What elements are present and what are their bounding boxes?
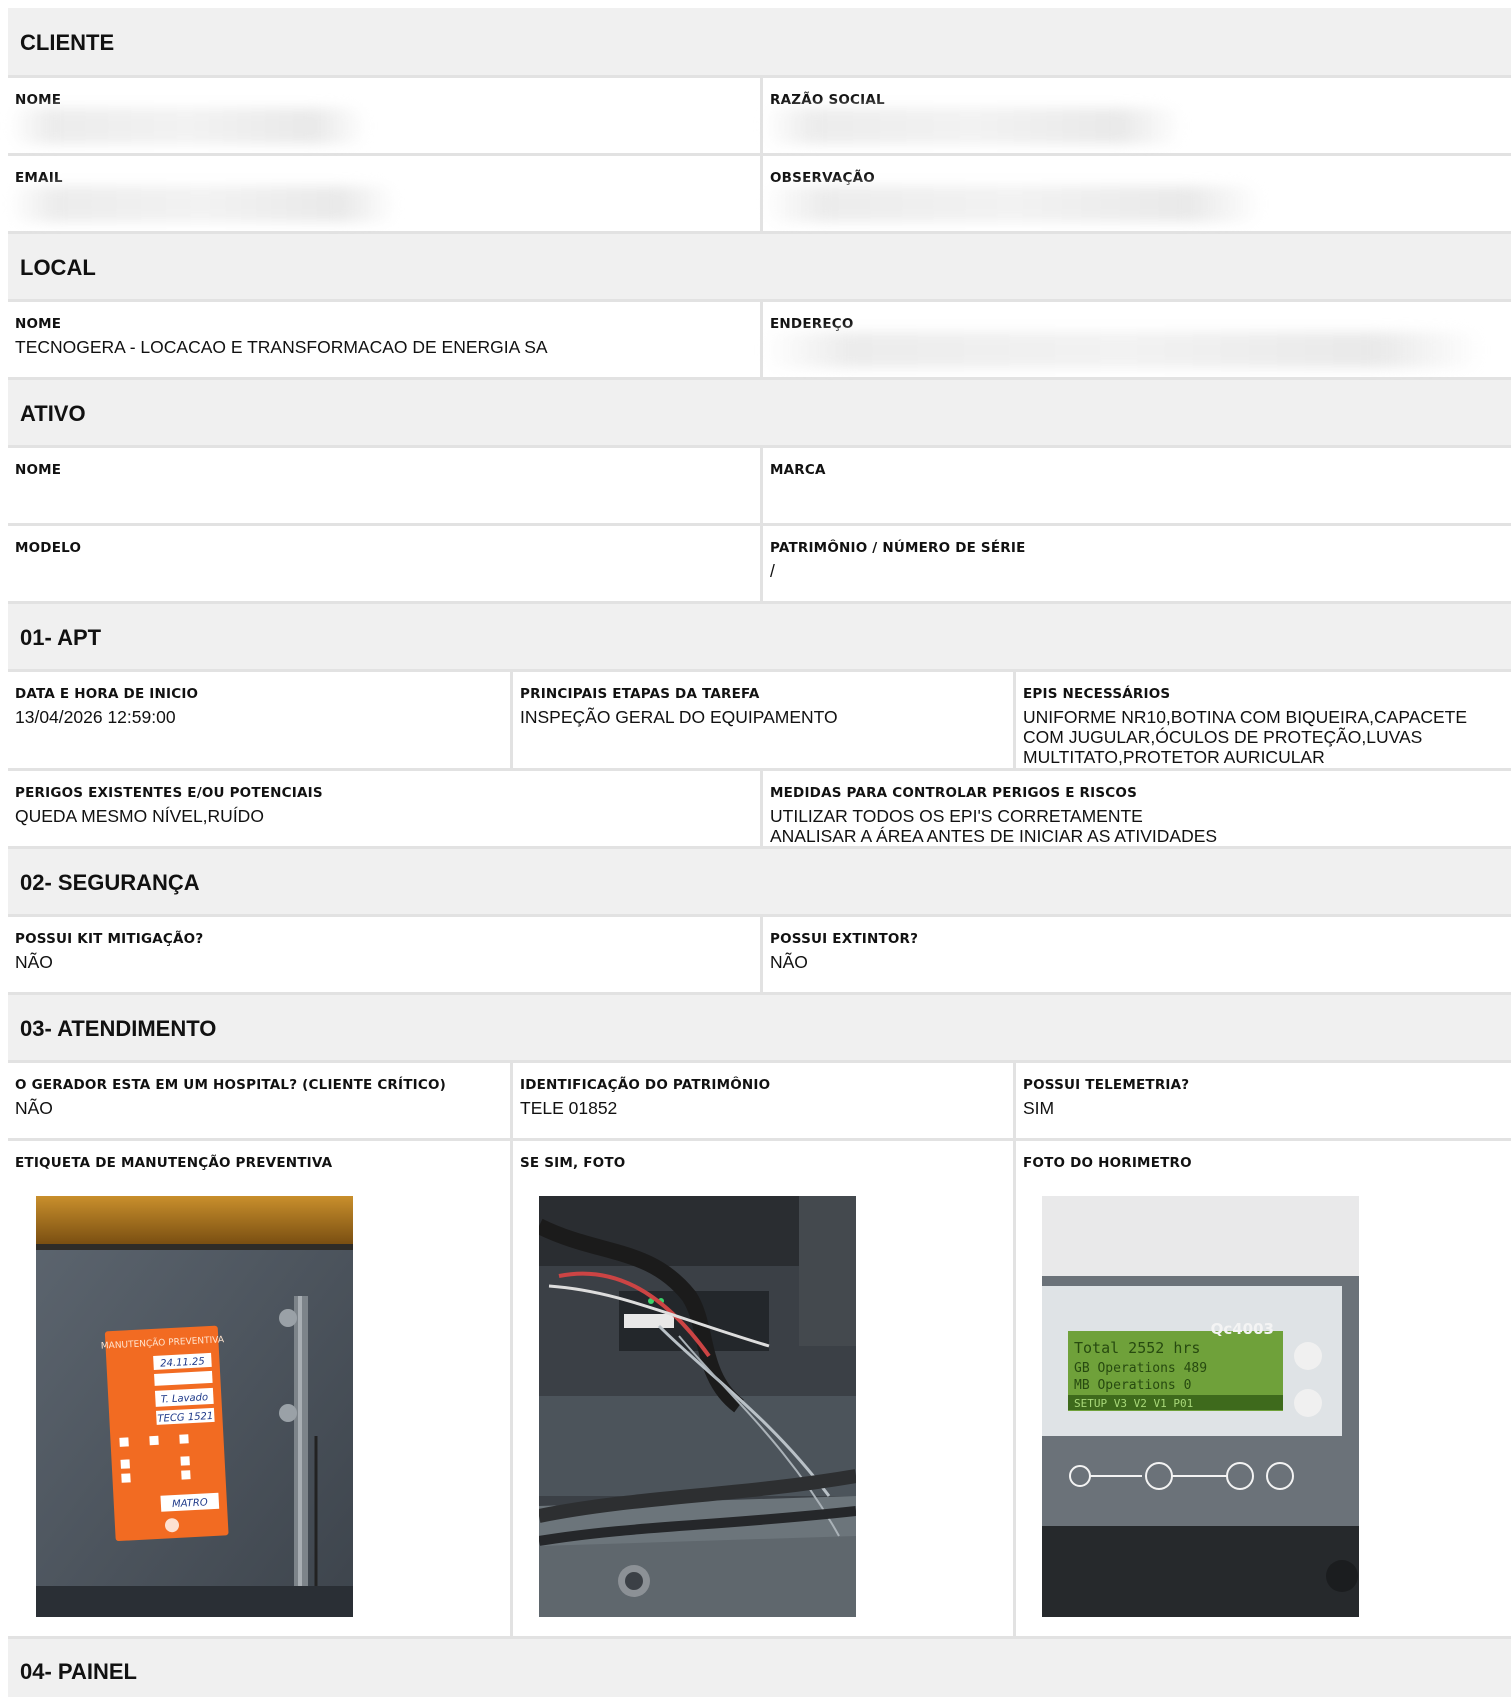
- field-atendimento-hospital: O GERADOR ESTA EM UM HOSPITAL? (CLIENTE …: [8, 1063, 510, 1138]
- field-ativo-patrimonio: PATRIMÔNIO / NÚMERO DE SÉRIE /: [763, 526, 1511, 601]
- field-apt-etapas: PRINCIPAIS ETAPAS DA TAREFA INSPEÇÃO GER…: [513, 672, 1013, 768]
- field-value: TECNOGERA - LOCACAO E TRANSFORMACAO DE E…: [15, 337, 548, 357]
- redacted-value: [763, 108, 1183, 144]
- field-cliente-observacao: OBSERVAÇÃO: [763, 156, 1511, 231]
- field-label: MODELO: [15, 540, 82, 556]
- section-painel-header: 04- PAINEL: [8, 1639, 1511, 1697]
- field-value: TELE 01852: [520, 1098, 618, 1118]
- field-value: SIM: [1023, 1098, 1055, 1118]
- field-atendimento-identificacao: IDENTIFICAÇÃO DO PATRIMÔNIO TELE 01852: [513, 1063, 1013, 1138]
- field-ativo-marca: MARCA: [763, 448, 1511, 523]
- field-label: EPIS NECESSÁRIOS: [1023, 686, 1171, 702]
- field-label: NOME: [15, 92, 62, 108]
- field-ativo-nome: NOME: [8, 448, 760, 523]
- field-etiqueta-manutencao: ETIQUETA DE MANUTENÇÃO PREVENTIVA MANUTE…: [8, 1141, 510, 1636]
- equipment-photo-image: [539, 1196, 856, 1617]
- field-local-nome: NOME TECNOGERA - LOCACAO E TRANSFORMACAO…: [8, 302, 760, 377]
- section-cliente-header: CLIENTE: [8, 8, 1511, 78]
- field-label: O GERADOR ESTA EM UM HOSPITAL? (CLIENTE …: [15, 1077, 447, 1093]
- report-page: CLIENTE NOME RAZÃO SOCIAL EMAIL OBSERVAÇ…: [0, 0, 1511, 1697]
- field-seguranca-extintor: POSSUI EXTINTOR? NÃO: [763, 917, 1511, 992]
- field-se-sim-foto: SE SIM, FOTO: [513, 1141, 1013, 1636]
- horimetro-photo[interactable]: Qc4003 Total 2552 hrs GB Operations 489 …: [1042, 1196, 1359, 1617]
- field-value: 13/04/2026 12:59:00: [15, 707, 176, 727]
- field-cliente-email: EMAIL: [8, 156, 760, 231]
- field-apt-perigos: PERIGOS EXISTENTES E/OU POTENCIAIS QUEDA…: [8, 771, 760, 846]
- section-title: 03- ATENDIMENTO: [20, 1016, 217, 1041]
- section-title: 04- PAINEL: [20, 1659, 137, 1684]
- display-model: Qc4003: [1211, 1320, 1274, 1338]
- field-label: PRINCIPAIS ETAPAS DA TAREFA: [520, 686, 760, 702]
- field-label: IDENTIFICAÇÃO DO PATRIMÔNIO: [520, 1077, 771, 1093]
- section-title: 01- APT: [20, 625, 102, 650]
- field-seguranca-kit: POSSUI KIT MITIGAÇÃO? NÃO: [8, 917, 760, 992]
- field-label: ENDEREÇO: [770, 316, 854, 332]
- etiqueta-photo[interactable]: MANUTENÇÃO PREVENTIVA 24.11.25 T. Lavado…: [36, 1196, 353, 1617]
- field-value: NÃO: [15, 952, 53, 972]
- redacted-value: [8, 108, 368, 144]
- field-value: UTILIZAR TODOS OS EPI'S CORRETAMENTE ANA…: [770, 806, 1218, 846]
- field-foto-horimetro: FOTO DO HORIMETRO Qc4003 Total 2552 hrs …: [1016, 1141, 1511, 1636]
- field-label: EMAIL: [15, 170, 63, 186]
- field-label: NOME: [15, 462, 62, 478]
- field-apt-medidas: MEDIDAS PARA CONTROLAR PERIGOS E RISCOS …: [763, 771, 1511, 846]
- section-seguranca-header: 02- SEGURANÇA: [8, 849, 1511, 917]
- field-value: UNIFORME NR10,BOTINA COM BIQUEIRA,CAPACE…: [1023, 707, 1468, 767]
- etiqueta-photo-image: MANUTENÇÃO PREVENTIVA 24.11.25 T. Lavado…: [36, 1196, 353, 1617]
- field-value: INSPEÇÃO GERAL DO EQUIPAMENTO: [520, 707, 838, 727]
- field-value: NÃO: [770, 952, 808, 972]
- field-label: PATRIMÔNIO / NÚMERO DE SÉRIE: [770, 540, 1026, 556]
- section-title: 02- SEGURANÇA: [20, 870, 200, 895]
- field-label: POSSUI KIT MITIGAÇÃO?: [15, 931, 204, 947]
- field-label: ETIQUETA DE MANUTENÇÃO PREVENTIVA: [15, 1155, 333, 1171]
- tag-responsavel: MATRO: [172, 1497, 208, 1510]
- field-ativo-modelo: MODELO: [8, 526, 760, 601]
- section-title: ATIVO: [20, 401, 86, 426]
- field-label: MEDIDAS PARA CONTROLAR PERIGOS E RISCOS: [770, 785, 1138, 801]
- section-ativo-header: ATIVO: [8, 380, 1511, 448]
- tag-date: 24.11.25: [160, 1356, 205, 1369]
- redacted-value: [763, 332, 1483, 368]
- field-label: OBSERVAÇÃO: [770, 170, 875, 186]
- field-label: SE SIM, FOTO: [520, 1155, 626, 1171]
- field-label: NOME: [15, 316, 62, 332]
- field-apt-epis: EPIS NECESSÁRIOS UNIFORME NR10,BOTINA CO…: [1016, 672, 1511, 768]
- field-cliente-nome: NOME: [8, 78, 760, 153]
- field-label: POSSUI TELEMETRIA?: [1023, 1077, 1190, 1093]
- field-local-endereco: ENDEREÇO: [763, 302, 1511, 377]
- field-label: PERIGOS EXISTENTES E/OU POTENCIAIS: [15, 785, 323, 801]
- field-label: FOTO DO HORIMETRO: [1023, 1155, 1192, 1171]
- field-cliente-razao-social: RAZÃO SOCIAL: [763, 78, 1511, 153]
- redacted-value: [763, 186, 1263, 222]
- field-label: MARCA: [770, 462, 826, 478]
- field-label: POSSUI EXTINTOR?: [770, 931, 919, 947]
- field-apt-inicio: DATA E HORA DE INICIO 13/04/2026 12:59:0…: [8, 672, 510, 768]
- field-label: DATA E HORA DE INICIO: [15, 686, 199, 702]
- redacted-value: [8, 186, 398, 222]
- field-value: QUEDA MESMO NÍVEL,RUÍDO: [15, 806, 264, 826]
- horimetro-photo-image: Qc4003 Total 2552 hrs GB Operations 489 …: [1042, 1196, 1359, 1617]
- equipment-photo[interactable]: [539, 1196, 856, 1617]
- section-local-header: LOCAL: [8, 234, 1511, 302]
- field-value: /: [770, 561, 775, 581]
- section-title: LOCAL: [20, 255, 96, 280]
- display-row-total: Total 2552 hrs: [1074, 1339, 1200, 1357]
- display-row-mb: MB Operations 0: [1074, 1378, 1191, 1393]
- display-row-gb: GB Operations 489: [1074, 1361, 1207, 1376]
- display-row-setup: SETUP V3 V2 V1 P01: [1074, 1397, 1193, 1410]
- section-apt-header: 01- APT: [8, 604, 1511, 672]
- field-atendimento-telemetria: POSSUI TELEMETRIA? SIM: [1016, 1063, 1511, 1138]
- section-title: CLIENTE: [20, 30, 115, 55]
- section-atendimento-header: 03- ATENDIMENTO: [8, 995, 1511, 1063]
- field-label: RAZÃO SOCIAL: [770, 92, 885, 108]
- field-value: NÃO: [15, 1098, 53, 1118]
